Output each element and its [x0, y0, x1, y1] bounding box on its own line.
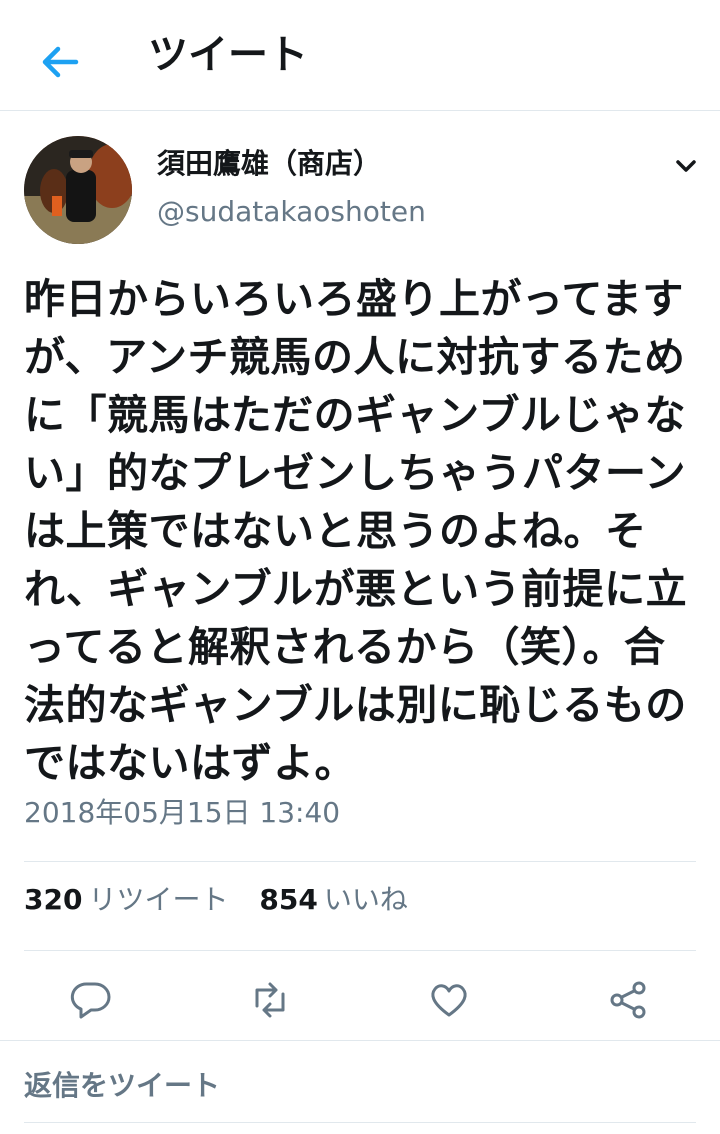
retweet-icon[interactable]	[248, 978, 292, 1022]
avatar-photo	[24, 136, 132, 244]
likes-stat[interactable]: 854 いいね	[259, 883, 429, 916]
top-bar: ツイート	[0, 0, 720, 111]
retweets-stat[interactable]: 320 リツイート	[24, 883, 259, 916]
author-handle[interactable]: @sudatakaoshoten	[157, 194, 426, 230]
author-name[interactable]: 須田鷹雄（商店）	[157, 146, 381, 182]
divider	[24, 1122, 696, 1123]
share-icon[interactable]	[606, 978, 650, 1022]
tweet-stats: 320 リツイート 854 いいね	[24, 882, 430, 918]
avatar[interactable]	[24, 136, 132, 244]
arrow-left-icon[interactable]	[38, 40, 82, 84]
divider	[24, 950, 696, 951]
heart-icon[interactable]	[427, 978, 471, 1022]
reply-icon[interactable]	[69, 978, 113, 1022]
page-title: ツイート	[148, 32, 308, 78]
divider	[24, 861, 696, 862]
tweet-text: 昨日からいろいろ盛り上がってますが、アンチ競馬の人に対抗するために「競馬はただの…	[24, 275, 688, 787]
retweets-count: 320	[24, 883, 83, 916]
chevron-down-icon[interactable]	[672, 152, 700, 180]
retweets-label: リツイート	[88, 883, 229, 916]
divider	[0, 1040, 720, 1041]
likes-count: 854	[259, 883, 318, 916]
reply-input[interactable]: 返信をツイート	[24, 1066, 220, 1106]
tweet-timestamp: 2018年05月15日 13:40	[24, 796, 341, 829]
likes-label: いいね	[323, 883, 408, 916]
